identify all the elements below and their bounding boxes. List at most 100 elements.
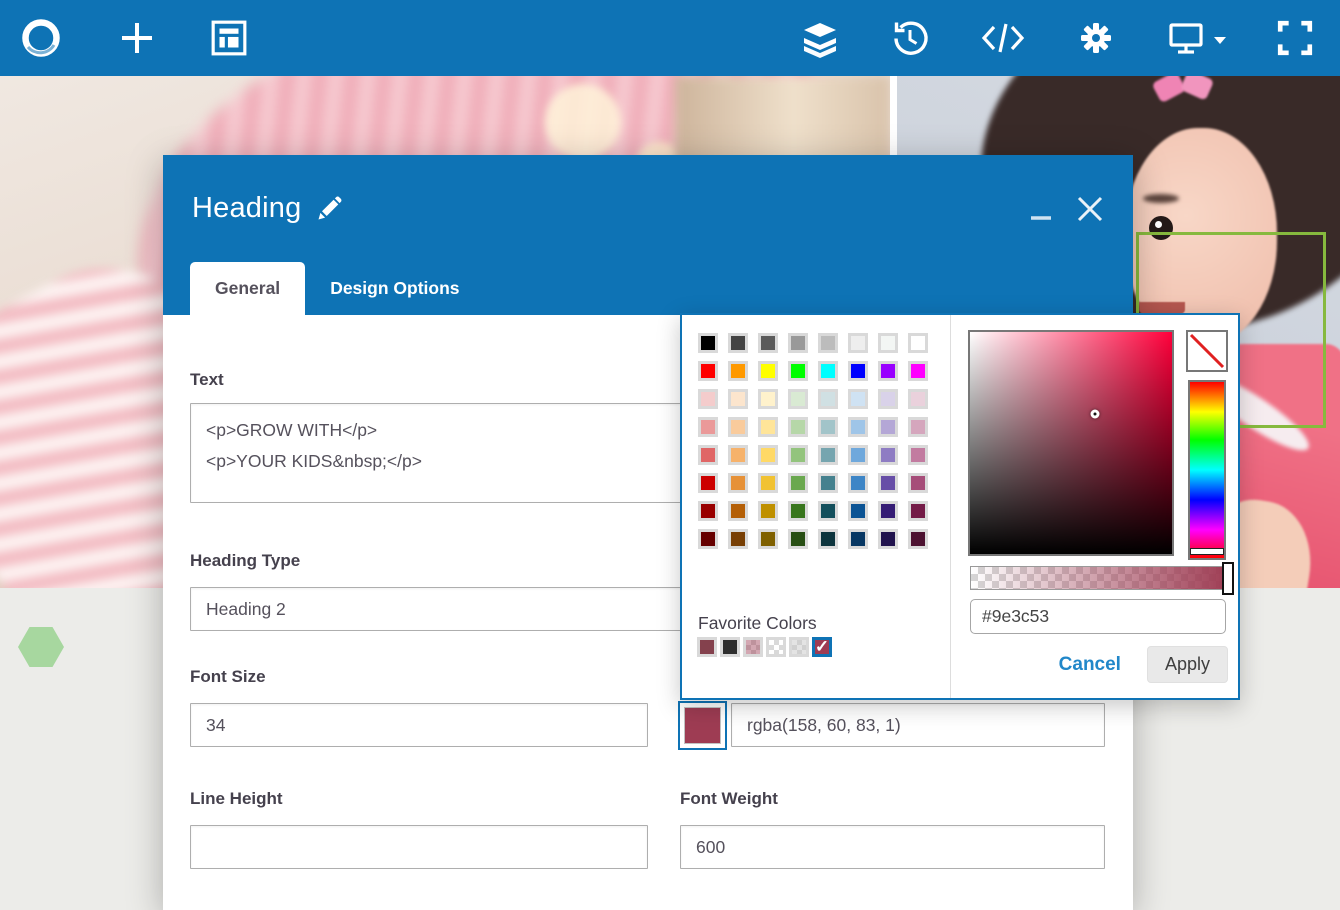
undo-history-button[interactable]	[890, 18, 930, 58]
palette-swatch[interactable]	[878, 333, 898, 353]
alpha-slider-handle[interactable]	[1222, 562, 1234, 595]
palette-swatch[interactable]	[758, 361, 778, 381]
font-weight-input[interactable]	[680, 825, 1105, 869]
favorite-swatch[interactable]	[766, 637, 786, 657]
favorite-swatch[interactable]	[789, 637, 809, 657]
palette-swatch[interactable]	[758, 529, 778, 549]
palette-swatch[interactable]	[848, 445, 868, 465]
palette-swatch[interactable]	[878, 389, 898, 409]
palette-swatch[interactable]	[698, 417, 718, 437]
alpha-slider[interactable]	[970, 562, 1234, 595]
palette-swatch[interactable]	[848, 501, 868, 521]
palette-swatch[interactable]	[758, 501, 778, 521]
palette-swatch[interactable]	[908, 529, 928, 549]
palette-swatch[interactable]	[788, 529, 808, 549]
apply-button[interactable]: Apply	[1146, 646, 1228, 683]
palette-swatch[interactable]	[728, 333, 748, 353]
saturation-pointer[interactable]	[1090, 409, 1100, 419]
palette-swatch[interactable]	[908, 473, 928, 493]
palette-swatch[interactable]	[848, 389, 868, 409]
palette-swatch[interactable]	[728, 361, 748, 381]
favorite-swatch[interactable]	[743, 637, 763, 657]
palette-swatch[interactable]	[818, 473, 838, 493]
palette-swatch[interactable]	[728, 529, 748, 549]
palette-swatch[interactable]	[698, 361, 718, 381]
palette-swatch[interactable]	[908, 445, 928, 465]
palette-swatch[interactable]	[698, 501, 718, 521]
palette-swatch[interactable]	[788, 501, 808, 521]
add-element-button[interactable]	[118, 19, 156, 57]
hex-color-input[interactable]	[970, 599, 1226, 634]
settings-button[interactable]	[1076, 18, 1116, 58]
hue-slider[interactable]	[1188, 380, 1226, 560]
palette-swatch[interactable]	[818, 501, 838, 521]
palette-swatch[interactable]	[878, 501, 898, 521]
palette-swatch[interactable]	[758, 389, 778, 409]
palette-swatch[interactable]	[908, 417, 928, 437]
palette-swatch[interactable]	[878, 417, 898, 437]
custom-code-button[interactable]	[980, 19, 1026, 57]
palette-swatch[interactable]	[758, 473, 778, 493]
tab-design-options[interactable]: Design Options	[305, 262, 484, 315]
palette-swatch[interactable]	[848, 361, 868, 381]
palette-swatch[interactable]	[728, 473, 748, 493]
palette-swatch[interactable]	[848, 333, 868, 353]
palette-swatch[interactable]	[878, 445, 898, 465]
close-button[interactable]	[1073, 192, 1107, 226]
palette-swatch[interactable]	[698, 529, 718, 549]
palette-swatch[interactable]	[788, 445, 808, 465]
palette-swatch[interactable]	[878, 473, 898, 493]
palette-swatch[interactable]	[788, 473, 808, 493]
no-color-button[interactable]	[1186, 330, 1228, 372]
palette-swatch[interactable]	[788, 389, 808, 409]
palette-swatch[interactable]	[698, 333, 718, 353]
palette-swatch[interactable]	[818, 529, 838, 549]
templates-button[interactable]	[210, 19, 248, 57]
palette-swatch[interactable]	[818, 417, 838, 437]
palette-swatch[interactable]	[788, 361, 808, 381]
palette-swatch[interactable]	[908, 389, 928, 409]
palette-swatch[interactable]	[698, 389, 718, 409]
palette-swatch[interactable]	[758, 445, 778, 465]
saturation-area[interactable]	[968, 330, 1174, 556]
palette-swatch[interactable]	[818, 361, 838, 381]
hue-slider-handle[interactable]	[1190, 548, 1224, 555]
favorite-swatch[interactable]	[697, 637, 717, 657]
font-color-swatch-button[interactable]	[678, 701, 727, 750]
cancel-button[interactable]: Cancel	[1059, 654, 1121, 676]
palette-swatch[interactable]	[788, 417, 808, 437]
palette-swatch[interactable]	[728, 389, 748, 409]
palette-swatch[interactable]	[848, 417, 868, 437]
font-size-input[interactable]	[190, 703, 648, 747]
palette-swatch[interactable]	[758, 417, 778, 437]
tree-view-button[interactable]	[800, 18, 840, 58]
vc-logo-button[interactable]	[18, 15, 64, 61]
modal-tabs: General Design Options	[163, 262, 1133, 315]
responsive-view-button[interactable]	[1166, 18, 1226, 58]
palette-swatch[interactable]	[788, 333, 808, 353]
palette-swatch[interactable]	[818, 333, 838, 353]
palette-swatch[interactable]	[818, 389, 838, 409]
palette-swatch[interactable]	[758, 333, 778, 353]
palette-swatch[interactable]	[728, 501, 748, 521]
font-color-input[interactable]	[731, 703, 1105, 747]
palette-swatch[interactable]	[728, 417, 748, 437]
palette-swatch[interactable]	[908, 333, 928, 353]
palette-swatch[interactable]	[908, 361, 928, 381]
tab-general[interactable]: General	[190, 262, 306, 315]
edit-title-pencil-icon[interactable]	[316, 196, 342, 222]
palette-swatch[interactable]	[818, 445, 838, 465]
favorite-swatch-selected[interactable]	[812, 637, 832, 657]
palette-swatch[interactable]	[878, 529, 898, 549]
palette-swatch[interactable]	[848, 473, 868, 493]
palette-swatch[interactable]	[878, 361, 898, 381]
palette-swatch[interactable]	[848, 529, 868, 549]
palette-swatch[interactable]	[908, 501, 928, 521]
line-height-input[interactable]	[190, 825, 648, 869]
palette-swatch[interactable]	[698, 473, 718, 493]
minimize-button[interactable]	[1029, 213, 1053, 223]
palette-swatch[interactable]	[698, 445, 718, 465]
palette-swatch[interactable]	[728, 445, 748, 465]
fullscreen-button[interactable]	[1276, 19, 1314, 57]
favorite-swatch[interactable]	[720, 637, 740, 657]
